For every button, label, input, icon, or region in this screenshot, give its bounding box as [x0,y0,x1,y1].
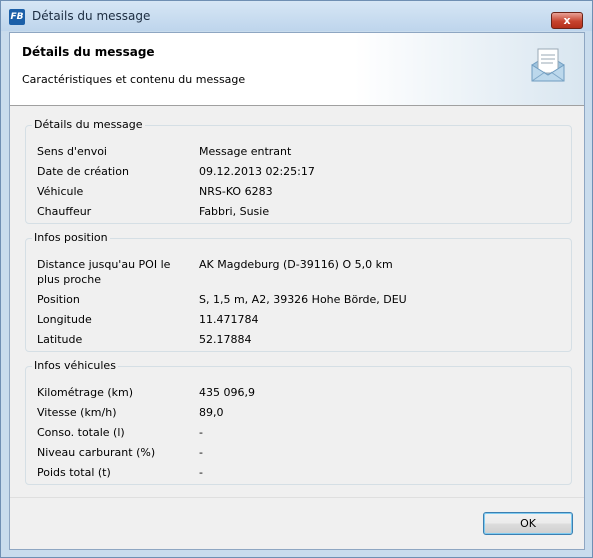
value-vehicle: NRS-KO 6283 [199,185,273,198]
window-title: Détails du message [32,9,151,23]
label-creation-date: Date de création [37,165,129,178]
group-title-vehicle-info: Infos véhicules [32,359,118,372]
title-bar[interactable]: FB Détails du message x [1,1,592,31]
value-longitude: 11.471784 [199,313,259,326]
envelope-letter-icon [531,48,565,82]
dialog-window: FB Détails du message x Détails du messa… [0,0,593,558]
value-total-consumption: - [199,426,203,439]
group-title-position-info: Infos position [32,231,110,244]
label-poi-distance-line2: plus proche [37,273,102,286]
header-title: Détails du message [22,45,155,59]
header-subtitle: Caractéristiques et contenu du message [22,73,246,86]
value-position: S, 1,5 m, A2, 39326 Hohe Börde, DEU [199,293,407,306]
label-mileage: Kilométrage (km) [37,386,134,399]
label-longitude: Longitude [37,313,92,326]
label-fuel-level: Niveau carburant (%) [37,446,156,459]
value-creation-date: 09.12.2013 02:25:17 [199,165,315,178]
label-total-weight: Poids total (t) [37,466,111,479]
value-latitude: 52.17884 [199,333,252,346]
value-fuel-level: - [199,446,203,459]
close-button[interactable]: x [551,12,583,29]
value-total-weight: - [199,466,203,479]
label-poi-distance: Distance jusqu'au POI le [37,258,171,271]
label-driver: Chauffeur [37,205,92,218]
label-position: Position [37,293,80,306]
group-vehicle-info: Infos véhicules Kilométrage (km) 435 096… [25,359,572,485]
label-latitude: Latitude [37,333,83,346]
label-total-consumption: Conso. totale (l) [37,426,125,439]
value-driver: Fabbri, Susie [199,205,270,218]
group-message-details: Détails du message Sens d'envoi Message … [25,118,572,224]
label-vehicle: Véhicule [37,185,84,198]
value-speed: 89,0 [199,406,224,419]
group-position-info: Infos position Distance jusqu'au POI le … [25,231,572,352]
dialog-content: Détails du message Caractéristiques et c… [9,32,585,550]
label-send-direction: Sens d'envoi [37,145,107,158]
ok-button[interactable]: OK [483,512,573,535]
value-send-direction: Message entrant [199,145,292,158]
group-title-message-details: Détails du message [32,118,145,131]
dialog-header: Détails du message Caractéristiques et c… [10,33,584,106]
fb-logo-icon: FB [9,9,25,25]
value-poi-distance: AK Magdeburg (D-39116) O 5,0 km [199,258,393,271]
value-mileage: 435 096,9 [199,386,255,399]
label-speed: Vitesse (km/h) [37,406,117,419]
